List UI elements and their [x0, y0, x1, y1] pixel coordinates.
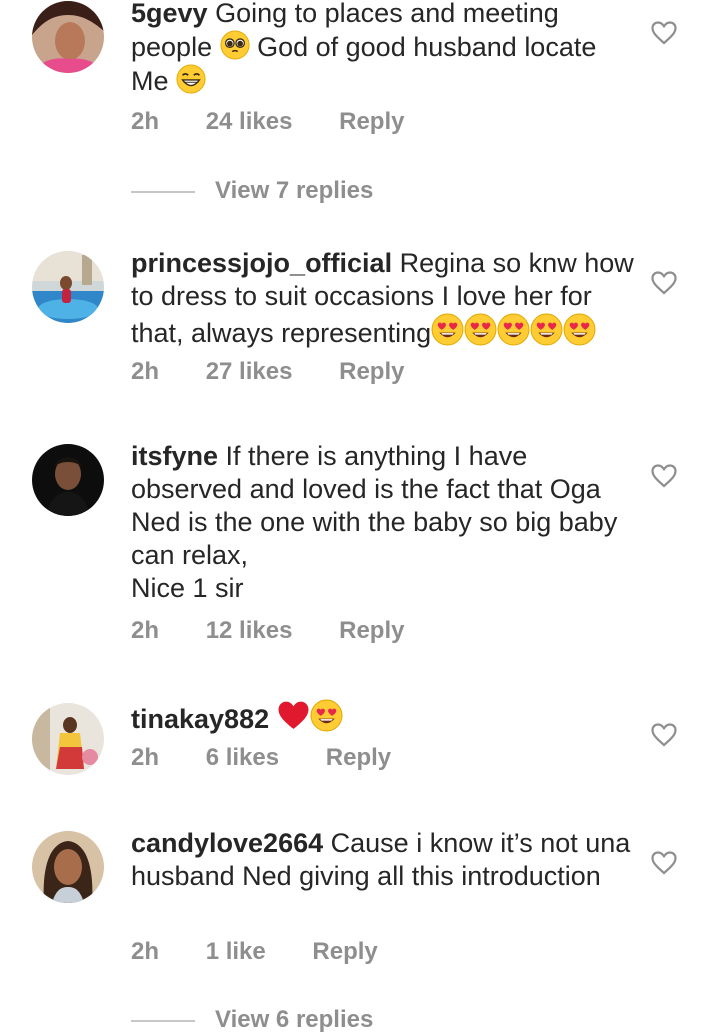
comment-time: 2h: [131, 617, 160, 644]
replies-divider: [131, 190, 195, 193]
reply-button[interactable]: Reply: [326, 744, 391, 772]
comment-likes[interactable]: 6 likes: [206, 744, 279, 772]
comment-username[interactable]: tinakay882: [131, 704, 269, 734]
comment-text: itsfyne If there is anything I have obse…: [131, 440, 636, 605]
reply-button[interactable]: Reply: [312, 938, 377, 966]
comment-text: candylove2664 Cause i know it’s not una …: [131, 827, 636, 893]
comment-likes[interactable]: 27 likes: [206, 358, 293, 386]
view-replies-button[interactable]: View 7 replies: [131, 177, 373, 205]
avatar[interactable]: [32, 831, 104, 903]
comment-meta: 2h 1 like Reply: [131, 938, 378, 966]
comment-text: princessjojo_official Regina so knw how …: [131, 247, 636, 350]
avatar[interactable]: [32, 251, 104, 323]
comment-likes[interactable]: 24 likes: [206, 108, 293, 136]
comment-meta: 2h 6 likes Reply: [131, 744, 391, 772]
heart-eyes-emoji: [310, 699, 343, 732]
reply-button[interactable]: Reply: [339, 358, 404, 386]
comment-time: 2h: [131, 744, 160, 771]
comment-username[interactable]: princessjojo_official: [131, 248, 392, 278]
reply-button[interactable]: Reply: [339, 617, 404, 645]
like-heart-icon[interactable]: [651, 464, 677, 488]
pleading-face-emoji: [220, 30, 250, 60]
like-heart-icon[interactable]: [651, 851, 677, 875]
replies-divider: [131, 1019, 195, 1022]
comment-username[interactable]: candylove2664: [131, 828, 323, 858]
comment-time: 2h: [131, 108, 160, 135]
comment-meta: 2h 27 likes Reply: [131, 358, 404, 386]
avatar[interactable]: [32, 444, 104, 516]
red-heart-emoji: [277, 699, 310, 732]
like-heart-icon[interactable]: [651, 723, 677, 747]
avatar[interactable]: [32, 703, 104, 775]
avatar[interactable]: [32, 1, 104, 73]
view-replies-label[interactable]: View 6 replies: [215, 1006, 373, 1033]
view-replies-label[interactable]: View 7 replies: [215, 177, 373, 204]
comment-text-part: Nice 1 sir: [131, 573, 244, 603]
heart-eyes-emoji: [431, 313, 464, 346]
comment-username[interactable]: 5gevy: [131, 0, 208, 28]
heart-eyes-emoji: [530, 313, 563, 346]
comment-meta: 2h 24 likes Reply: [131, 108, 404, 136]
like-heart-icon[interactable]: [651, 21, 677, 45]
comment-likes[interactable]: 1 like: [206, 938, 266, 966]
heart-eyes-emoji: [464, 313, 497, 346]
grinning-face-emoji: [176, 64, 206, 94]
heart-eyes-emoji: [563, 313, 596, 346]
reply-button[interactable]: Reply: [339, 108, 404, 136]
comment-username[interactable]: itsfyne: [131, 441, 218, 471]
heart-eyes-emoji: [497, 313, 530, 346]
comment-likes[interactable]: 12 likes: [206, 617, 293, 645]
comment-text: 5gevy Going to places and meeting people…: [131, 0, 636, 98]
comment-time: 2h: [131, 358, 160, 385]
comment-meta: 2h 12 likes Reply: [131, 617, 404, 645]
comment-text: tinakay882: [131, 699, 636, 736]
view-replies-button[interactable]: View 6 replies: [131, 1006, 373, 1034]
comment-time: 2h: [131, 938, 160, 965]
like-heart-icon[interactable]: [651, 271, 677, 295]
